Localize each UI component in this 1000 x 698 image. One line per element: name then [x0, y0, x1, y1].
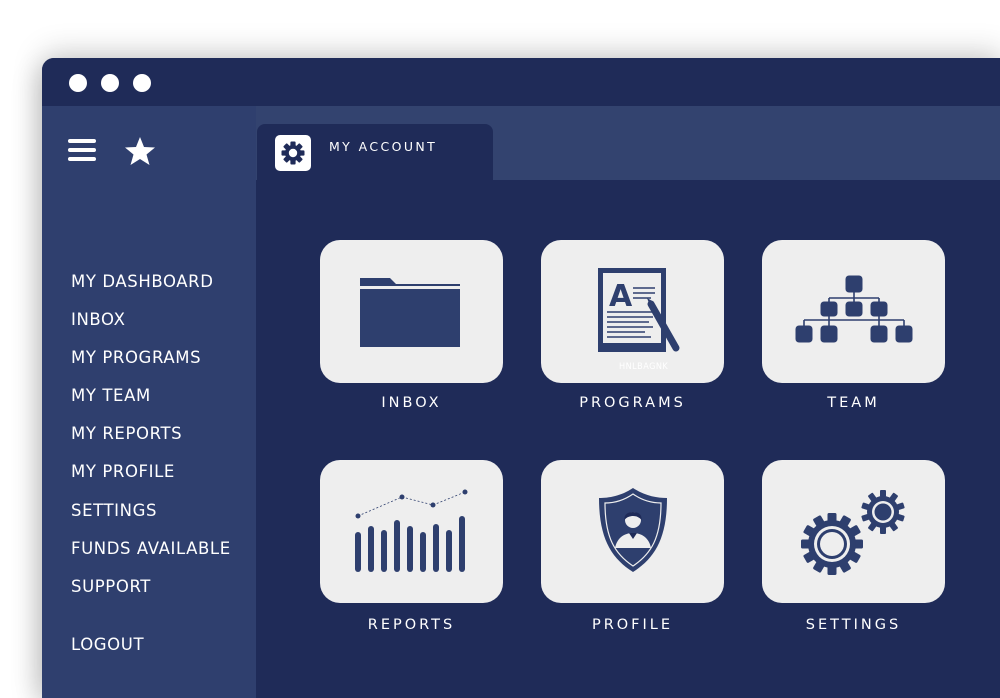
tile-label-inbox[interactable]: INBOX	[320, 395, 503, 411]
sidebar-item-settings[interactable]: SETTINGS	[71, 501, 231, 539]
tab-strip: MY ACCOUNT	[256, 106, 1000, 182]
tile-label-programs[interactable]: PROGRAMS	[541, 395, 724, 411]
tile-label-team[interactable]: TEAM	[762, 395, 945, 411]
tile-inbox[interactable]	[320, 240, 503, 383]
tab-my-account[interactable]: MY ACCOUNT	[257, 124, 493, 182]
user-shield-icon	[599, 488, 667, 572]
tile-programs[interactable]: A HNLBAGNK	[541, 240, 724, 383]
org-chart-icon	[795, 275, 913, 343]
tile-label-profile[interactable]: PROFILE	[541, 617, 724, 633]
sidebar-item-funds[interactable]: FUNDS AVAILABLE	[71, 539, 231, 577]
sidebar-item-inbox[interactable]: INBOX	[71, 310, 231, 348]
tile-team[interactable]	[762, 240, 945, 383]
tile-label-reports[interactable]: REPORTS	[320, 617, 503, 633]
sidebar: MY DASHBOARD INBOX MY PROGRAMS MY TEAM M…	[42, 106, 256, 698]
sidebar-nav: MY DASHBOARD INBOX MY PROGRAMS MY TEAM M…	[71, 272, 231, 615]
sidebar-item-programs[interactable]: MY PROGRAMS	[71, 348, 231, 386]
star-icon[interactable]	[124, 136, 156, 166]
window-control-dot[interactable]	[101, 74, 119, 92]
folder-icon	[360, 278, 460, 347]
bar-chart-icon	[355, 489, 468, 572]
svg-text:A: A	[609, 279, 633, 314]
tile-label-settings[interactable]: SETTINGS	[762, 617, 945, 633]
sidebar-item-team[interactable]: MY TEAM	[71, 386, 231, 424]
dashboard-grid: INBOX A HNLBAGNK PROGRAMS TEAM REPORTS P…	[256, 180, 1000, 698]
programs-icon-caption: HNLBAGNK	[619, 362, 669, 372]
gears-icon	[801, 490, 905, 575]
tile-settings[interactable]	[762, 460, 945, 603]
gear-icon	[275, 135, 311, 171]
tab-label: MY ACCOUNT	[329, 139, 438, 154]
window-control-dot[interactable]	[69, 74, 87, 92]
hamburger-menu-icon[interactable]	[68, 139, 98, 163]
sidebar-item-dashboard[interactable]: MY DASHBOARD	[71, 272, 231, 310]
tile-reports[interactable]	[320, 460, 503, 603]
title-bar	[42, 58, 1000, 106]
sidebar-item-reports[interactable]: MY REPORTS	[71, 424, 231, 462]
logout-link[interactable]: LOGOUT	[71, 635, 144, 654]
sidebar-item-support[interactable]: SUPPORT	[71, 577, 231, 615]
sidebar-item-profile[interactable]: MY PROFILE	[71, 462, 231, 500]
document-pen-icon: A	[598, 268, 680, 352]
window-control-dot[interactable]	[133, 74, 151, 92]
app-window: MY DASHBOARD INBOX MY PROGRAMS MY TEAM M…	[42, 58, 1000, 698]
tile-profile[interactable]	[541, 460, 724, 603]
